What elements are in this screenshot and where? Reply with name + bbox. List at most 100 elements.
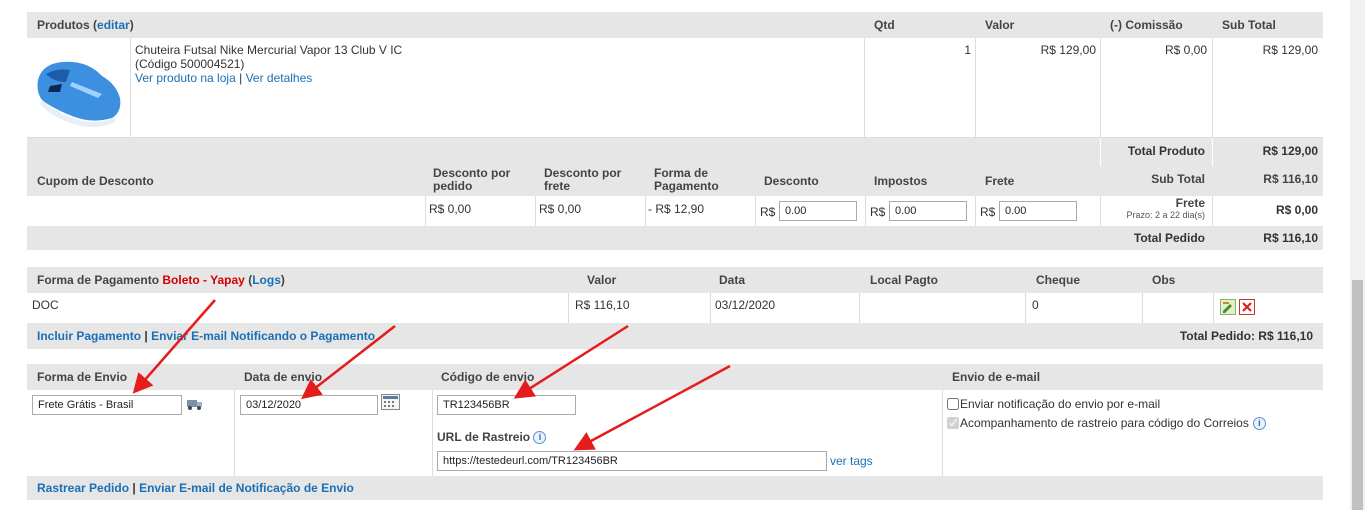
rastrear-pedido-link[interactable]: Rastrear Pedido bbox=[37, 481, 129, 495]
frete-input[interactable] bbox=[999, 201, 1077, 221]
link-separator: | bbox=[239, 71, 243, 85]
products-header: Produtos (editar) Qtd Valor (-) Comissão… bbox=[27, 12, 1323, 38]
total-pedido-value: R$ 116,10 bbox=[1263, 231, 1318, 245]
payment-local-header: Local Pagto bbox=[870, 273, 939, 287]
subtotal-label: Sub Total bbox=[1151, 172, 1205, 186]
edit-link[interactable]: editar bbox=[97, 18, 130, 32]
product-code: (Código 500004521) bbox=[135, 57, 245, 71]
payment-method: Boleto - Yapay bbox=[162, 273, 245, 287]
ver-tags-link[interactable]: ver tags bbox=[830, 454, 873, 468]
payment-valor: R$ 116,10 bbox=[575, 298, 630, 312]
payment-section: Forma de Pagamento Boleto - Yapay (Logs)… bbox=[27, 267, 1323, 349]
payment-data: 03/12/2020 bbox=[715, 298, 776, 312]
data-envio-header: Data de envio bbox=[244, 370, 323, 384]
desconto-header: Desconto bbox=[764, 174, 819, 188]
enviar-email-pagamento-link[interactable]: Enviar E-mail Notificando o Pagamento bbox=[151, 329, 375, 343]
acomp-label: Acompanhamento de rastreio para código d… bbox=[960, 416, 1249, 430]
calendar-icon[interactable] bbox=[381, 394, 400, 410]
codigo-envio-input[interactable] bbox=[437, 395, 576, 415]
total-pedido-row: Total Pedido R$ 116,10 bbox=[27, 226, 1323, 250]
desconto-input[interactable] bbox=[779, 201, 857, 221]
logs-link[interactable]: Logs bbox=[252, 273, 281, 287]
frete-currency: R$ bbox=[980, 205, 996, 219]
view-in-store-link[interactable]: Ver produto na loja bbox=[135, 71, 236, 85]
shipping-actions: Rastrear Pedido | Enviar E-mail de Notif… bbox=[37, 481, 354, 495]
forma-envio-input[interactable] bbox=[32, 395, 182, 415]
desc-frete-header: Desconto por frete bbox=[544, 166, 622, 193]
total-produto-value: R$ 129,00 bbox=[1262, 144, 1318, 158]
subtotal-header: Sub Total bbox=[1222, 18, 1276, 32]
payment-data-header: Data bbox=[719, 273, 746, 287]
codigo-envio-header: Código de envio bbox=[441, 370, 535, 384]
products-label: Produtos (editar) bbox=[37, 18, 134, 32]
forma-pagamento-value: - R$ 12,90 bbox=[648, 202, 705, 216]
delete-payment-icon[interactable] bbox=[1239, 299, 1255, 315]
products-section: Produtos (editar) Qtd Valor (-) Comissão… bbox=[27, 12, 1323, 250]
edit-payment-icon[interactable] bbox=[1220, 299, 1236, 315]
shipping-header: Forma de Envio Data de envio Código de e… bbox=[27, 364, 1323, 390]
valor-header: Valor bbox=[985, 18, 1015, 32]
payment-total: Total Pedido: R$ 116,10 bbox=[1179, 329, 1313, 343]
payment-actions: Incluir Pagamento | Enviar E-mail Notifi… bbox=[37, 329, 376, 343]
truck-icon[interactable] bbox=[186, 395, 202, 411]
total-pedido-label: Total Pedido bbox=[1133, 231, 1205, 245]
acomp-info-icon[interactable]: i bbox=[1252, 416, 1266, 430]
payment-cheque: 0 bbox=[1032, 298, 1039, 312]
frete-header: Frete bbox=[985, 174, 1015, 188]
payment-obs-header: Obs bbox=[1152, 273, 1176, 287]
notif-option: Enviar notificação do envio por e-mail bbox=[947, 397, 1160, 411]
product-row: Chuteira Futsal Nike Mercurial Vapor 13 … bbox=[27, 38, 1323, 138]
product-qtd: 1 bbox=[964, 43, 971, 57]
impostos-currency: R$ bbox=[870, 205, 886, 219]
discount-values-row: R$ 0,00 R$ 0,00 - R$ 12,90 R$ R$ R$ Fret… bbox=[27, 196, 1323, 226]
desconto-currency: R$ bbox=[760, 205, 776, 219]
frete-total-value: R$ 0,00 bbox=[1275, 203, 1318, 217]
incluir-pagamento-link[interactable]: Incluir Pagamento bbox=[37, 329, 141, 343]
payment-forma-label: Forma de Pagamento Boleto - Yapay (Logs) bbox=[37, 273, 285, 287]
desc-pedido-header: Desconto por pedido bbox=[433, 166, 511, 193]
product-subtotal: R$ 129,00 bbox=[1262, 43, 1318, 57]
envio-email-header: Envio de e-mail bbox=[952, 370, 1041, 384]
notif-label: Enviar notificação do envio por e-mail bbox=[960, 397, 1161, 411]
url-rastreio-label: URL de Rastreio i bbox=[437, 430, 547, 445]
url-rastreio-input[interactable] bbox=[437, 451, 827, 471]
product-image[interactable] bbox=[32, 42, 125, 134]
product-comissao: R$ 0,00 bbox=[1164, 43, 1207, 57]
impostos-header: Impostos bbox=[874, 174, 928, 188]
payment-type: DOC bbox=[32, 298, 59, 312]
shipping-row: URL de Rastreio i ver tags Enviar notifi… bbox=[27, 390, 1323, 476]
prazo-text: Prazo: 2 a 22 dia(s) bbox=[1126, 210, 1205, 220]
notif-checkbox[interactable] bbox=[947, 398, 959, 410]
forma-envio-header: Forma de Envio bbox=[37, 370, 128, 384]
desc-frete-value: R$ 0,00 bbox=[539, 202, 582, 216]
scrollbar-thumb[interactable] bbox=[1352, 280, 1363, 510]
scrollbar[interactable] bbox=[1350, 0, 1365, 510]
shipping-footer: Rastrear Pedido | Enviar E-mail de Notif… bbox=[27, 476, 1323, 500]
view-details-link[interactable]: Ver detalhes bbox=[246, 71, 313, 85]
frete-label: Frete bbox=[1175, 196, 1205, 210]
comissao-header: (-) Comissão bbox=[1110, 18, 1183, 32]
qtd-header: Qtd bbox=[874, 18, 895, 32]
product-valor: R$ 129,00 bbox=[1040, 43, 1096, 57]
data-envio-input[interactable] bbox=[240, 395, 378, 415]
payment-header: Forma de Pagamento Boleto - Yapay (Logs)… bbox=[27, 267, 1323, 293]
payment-cheque-header: Cheque bbox=[1036, 273, 1081, 287]
discount-header: Cupom de Desconto Desconto por pedido De… bbox=[27, 166, 1323, 196]
payment-footer: Incluir Pagamento | Enviar E-mail Notifi… bbox=[27, 323, 1323, 349]
acomp-option: Acompanhamento de rastreio para código d… bbox=[947, 416, 1266, 430]
forma-pagamento-header: Forma de Pagamento bbox=[654, 166, 719, 193]
product-info: Chuteira Futsal Nike Mercurial Vapor 13 … bbox=[135, 43, 402, 85]
url-rastreio-text: URL de Rastreio bbox=[437, 430, 531, 444]
acomp-checkbox[interactable] bbox=[947, 417, 959, 429]
enviar-notificacao-envio-link[interactable]: Enviar E-mail de Notificação de Envio bbox=[139, 481, 354, 495]
payment-row: DOC R$ 116,10 03/12/2020 0 bbox=[27, 293, 1323, 323]
info-icon[interactable]: i bbox=[533, 431, 547, 445]
total-produto-label: Total Produto bbox=[1127, 144, 1205, 158]
product-name: Chuteira Futsal Nike Mercurial Vapor 13 … bbox=[135, 43, 403, 57]
shipping-section: Forma de Envio Data de envio Código de e… bbox=[27, 364, 1323, 500]
impostos-input[interactable] bbox=[889, 201, 967, 221]
total-produto-row: Total Produto R$ 129,00 bbox=[27, 138, 1323, 166]
desc-pedido-value: R$ 0,00 bbox=[429, 202, 472, 216]
cupom-header: Cupom de Desconto bbox=[37, 174, 154, 188]
payment-valor-header: Valor bbox=[587, 273, 617, 287]
